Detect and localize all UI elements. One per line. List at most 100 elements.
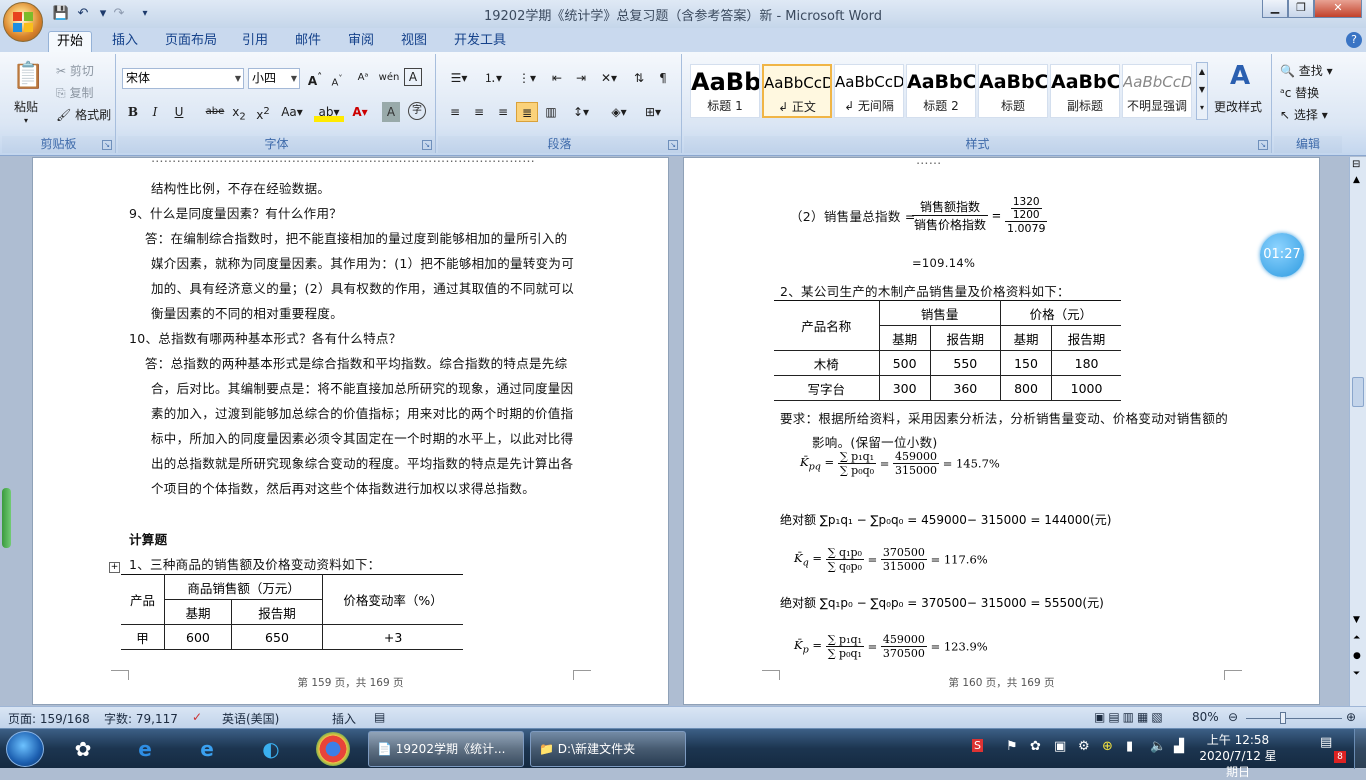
copy-button[interactable]: ⎘ 复制	[56, 84, 93, 101]
language[interactable]: 英语(美国)	[222, 710, 279, 727]
view-buttons[interactable]: ▣▤▥▦▧	[1094, 710, 1166, 724]
volume-icon[interactable]: 🔈	[1150, 739, 1166, 754]
underline-icon[interactable]: U	[168, 102, 190, 122]
add-icon[interactable]: ⊕	[1102, 739, 1113, 754]
input-method-icon[interactable]: S	[972, 739, 983, 752]
word-count[interactable]: 字数: 79,117	[104, 710, 178, 727]
office-button[interactable]	[3, 2, 43, 42]
macro-icon[interactable]: ▤	[374, 710, 385, 724]
style-heading2[interactable]: AaBbC 标题 2	[906, 64, 976, 118]
grow-font-icon[interactable]: A˄	[304, 68, 326, 88]
insert-mode[interactable]: 插入	[332, 710, 356, 727]
style-subtitle[interactable]: AaBbC 副标题	[1050, 64, 1120, 118]
browser-icon[interactable]: ◐	[254, 732, 288, 766]
flag-icon[interactable]: ⚑	[1006, 739, 1018, 754]
change-styles-button[interactable]: 更改样式	[1214, 98, 1262, 115]
sort-icon[interactable]: ⇅	[628, 68, 650, 88]
decrease-indent-icon[interactable]: ⇤	[546, 68, 568, 88]
clear-format-icon[interactable]: Aᵃ	[352, 68, 374, 88]
proofing-icon[interactable]: ✓	[192, 710, 202, 724]
align-left-icon[interactable]: ≡	[444, 102, 466, 122]
tab-references[interactable]: 引用	[234, 31, 276, 52]
char-shading-icon[interactable]: A	[382, 102, 400, 122]
action-center-icon[interactable]: ▤	[1320, 735, 1332, 750]
clipboard-launcher-icon[interactable]: ↘	[102, 140, 112, 150]
line-spacing-icon[interactable]: ↕▾	[566, 102, 596, 122]
highlight-icon[interactable]: ab▾	[314, 102, 344, 122]
styles-launcher-icon[interactable]: ↘	[1258, 140, 1268, 150]
side-handle[interactable]	[2, 488, 11, 548]
multilevel-list-icon[interactable]: ⋮▾	[512, 68, 542, 88]
browse-object-icon[interactable]: ●	[1353, 651, 1361, 661]
tray-app-icon[interactable]: ⚙	[1078, 739, 1090, 754]
scroll-up-icon[interactable]: ▲	[1353, 175, 1360, 185]
enclose-char-icon[interactable]: 字	[408, 102, 426, 120]
style-normal[interactable]: AaBbCcDc ↲ 正文	[762, 64, 832, 118]
table-move-handle-icon[interactable]: +	[109, 562, 120, 573]
minimize-button[interactable]: ▁	[1262, 0, 1288, 18]
paragraph-launcher-icon[interactable]: ↘	[668, 140, 678, 150]
tray-app-icon[interactable]: ✿	[1030, 739, 1041, 754]
zoom-out-icon[interactable]: ⊖	[1228, 710, 1238, 724]
font-name-select[interactable]: 宋体 ▼	[122, 68, 244, 89]
chrome-icon[interactable]	[316, 732, 350, 766]
font-launcher-icon[interactable]: ↘	[422, 140, 432, 150]
pinwheel-app-icon[interactable]: ✿	[66, 732, 100, 766]
zoom-in-icon[interactable]: ⊕	[1346, 710, 1356, 724]
tab-developer[interactable]: 开发工具	[446, 31, 514, 52]
paste-icon[interactable]: 📋	[12, 58, 44, 94]
tab-mailings[interactable]: 邮件	[287, 31, 329, 52]
tab-insert[interactable]: 插入	[104, 31, 146, 52]
shrink-font-icon[interactable]: A˅	[326, 68, 348, 88]
char-border-icon[interactable]: A	[404, 68, 422, 86]
vertical-scrollbar[interactable]: ⊟ ▲ ▼ ⏶ ● ⏷	[1349, 157, 1366, 706]
change-case-icon[interactable]: Aa▾	[278, 102, 306, 122]
replace-button[interactable]: ᵃc 替换	[1280, 84, 1319, 101]
cut-button[interactable]: ✂ 剪切	[56, 62, 94, 79]
phonetic-guide-icon[interactable]: wén	[378, 68, 400, 88]
zoom-level[interactable]: 80%	[1192, 710, 1219, 724]
tab-home[interactable]: 开始	[48, 31, 93, 52]
tab-review[interactable]: 审阅	[340, 31, 382, 52]
distributed-icon[interactable]: ▥	[540, 102, 562, 122]
font-color-icon[interactable]: A▾	[346, 102, 374, 122]
numbering-icon[interactable]: ⒈▾	[478, 68, 508, 88]
zoom-slider-thumb[interactable]	[1280, 712, 1286, 724]
taskbar-folder[interactable]: 📁 D:\新建文件夹	[530, 731, 686, 767]
borders-icon[interactable]: ⊞▾	[638, 102, 668, 122]
paste-dropdown-icon[interactable]: ▾	[24, 116, 28, 125]
bullets-icon[interactable]: ☰▾	[444, 68, 474, 88]
ruler-toggle-icon[interactable]: ⊟	[1352, 159, 1360, 170]
subscript-icon[interactable]: x2	[228, 102, 250, 122]
start-button[interactable]	[6, 731, 44, 767]
help-icon[interactable]: ?	[1346, 32, 1362, 48]
ie-icon[interactable]: e	[190, 732, 224, 766]
display-icon[interactable]: ▣	[1054, 739, 1066, 754]
clock[interactable]: 上午 12:58 2020/7/12 星期日	[1198, 732, 1278, 780]
paste-button[interactable]: 粘贴	[14, 98, 38, 115]
scroll-down-icon[interactable]: ▼	[1353, 615, 1360, 625]
maximize-button[interactable]: ❐	[1288, 0, 1314, 18]
next-page-icon[interactable]: ⏷	[1353, 669, 1360, 679]
page-count[interactable]: 页面: 159/168	[8, 710, 90, 727]
styles-scroll[interactable]: ▲ ▼ ▾	[1196, 62, 1208, 120]
tab-page-layout[interactable]: 页面布局	[157, 31, 225, 52]
style-title[interactable]: AaBbC 标题	[978, 64, 1048, 118]
tab-view[interactable]: 视图	[393, 31, 435, 52]
network-icon[interactable]: ▟	[1174, 739, 1184, 754]
font-size-select[interactable]: 小四 ▼	[248, 68, 300, 89]
find-button[interactable]: 🔍 查找 ▾	[1280, 62, 1333, 79]
align-center-icon[interactable]: ≡	[468, 102, 490, 122]
increase-indent-icon[interactable]: ⇥	[570, 68, 592, 88]
superscript-icon[interactable]: x2	[252, 102, 274, 122]
change-styles-icon[interactable]: A	[1224, 60, 1256, 92]
select-button[interactable]: ↖ 选择 ▾	[1280, 106, 1328, 123]
usb-icon[interactable]: ▮	[1126, 739, 1133, 754]
show-desktop-button[interactable]	[1354, 729, 1366, 769]
style-heading1[interactable]: AaBb 标题 1	[690, 64, 760, 118]
show-marks-icon[interactable]: ¶	[652, 68, 674, 88]
taskbar-word[interactable]: 📄 19202学期《统计...	[368, 731, 524, 767]
strikethrough-icon[interactable]: abe	[204, 102, 226, 122]
format-painter-button[interactable]: 🖌 格式刷	[56, 106, 111, 123]
bold-icon[interactable]: B	[122, 102, 144, 122]
